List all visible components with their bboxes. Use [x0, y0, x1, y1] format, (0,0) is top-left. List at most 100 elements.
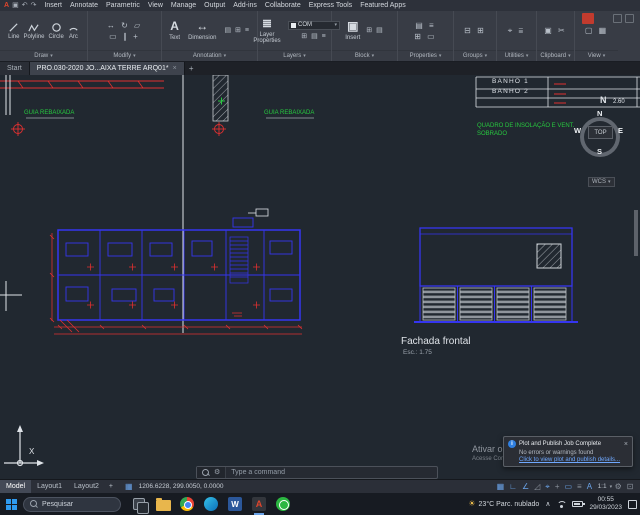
panel-label-clipboard[interactable]: Clipboard▾	[537, 50, 574, 61]
command-line[interactable]: ⚙ Type a command	[196, 466, 438, 479]
viewcube-top-face[interactable]: TOP	[588, 126, 613, 139]
doc-tab-drawing[interactable]: PRO.030-2020 JO...AIXA TERRE ARQ01* ×	[30, 62, 185, 75]
properties-row2-icons[interactable]: ⊞ ▭	[414, 32, 436, 41]
doc-tab-start[interactable]: Start	[0, 62, 30, 75]
ribbon-tab-express-tools[interactable]: Express Tools	[305, 2, 356, 9]
panel-label-layers[interactable]: Layers▾	[258, 50, 331, 61]
new-layout-button[interactable]: +	[105, 483, 117, 490]
polyline-tool[interactable]: Polyline	[23, 22, 44, 40]
layer-properties-tool[interactable]: ≣ Layer Properties	[249, 17, 285, 44]
panel-label-modify[interactable]: Modify▾	[88, 50, 161, 61]
toast-details-link[interactable]: Click to view plot and publish details..…	[519, 457, 628, 463]
dimension-tool[interactable]: ↔ Dimension	[188, 20, 216, 41]
ribbon-tab-insert[interactable]: Insert	[40, 2, 66, 9]
new-drawing-tab-button[interactable]: +	[185, 62, 198, 75]
ribbon-tab-parametric[interactable]: Parametric	[102, 2, 144, 9]
insert-block-tool[interactable]: ▣ Insert	[345, 20, 360, 41]
panel-label-groups[interactable]: Groups▾	[454, 50, 496, 61]
utilities-tools-icons[interactable]: ⌖ ≣	[508, 26, 525, 35]
action-center-icon[interactable]	[628, 500, 637, 509]
model-tab[interactable]: Model	[0, 480, 31, 494]
arc-tool[interactable]: Arc	[68, 22, 79, 40]
annotation-visibility-icon[interactable]: A	[587, 483, 592, 491]
view-tools-icons[interactable]: ▢ ▦	[585, 26, 608, 35]
layout1-tab[interactable]: Layout1	[31, 480, 68, 494]
transparency-icon[interactable]: ≡	[577, 483, 582, 491]
ribbon-corner-red-icon[interactable]	[582, 13, 594, 24]
panel-label-block[interactable]: Block▾	[332, 50, 397, 61]
clean-screen-icon[interactable]: ⊡	[627, 483, 634, 491]
task-view-button[interactable]	[131, 496, 147, 512]
ribbon-tab-manage[interactable]: Manage	[167, 2, 200, 9]
lineweight-icon[interactable]: ▭	[564, 483, 572, 491]
ribbon-corner-icons[interactable]	[613, 14, 634, 23]
dimension-icon: ↔	[196, 20, 208, 33]
ribbon-tab-collaborate[interactable]: Collaborate	[261, 2, 305, 9]
battery-icon[interactable]	[572, 501, 583, 507]
text-tool[interactable]: A Text	[169, 20, 180, 41]
app-logo-icon[interactable]: A	[4, 0, 9, 11]
snap-icon[interactable]: ∟	[509, 483, 517, 491]
viewcube-east[interactable]: E	[618, 127, 623, 135]
ribbon-tab-annotate[interactable]: Annotate	[66, 2, 102, 9]
navigation-bar-strip[interactable]	[634, 210, 638, 256]
layout2-tab[interactable]: Layout2	[68, 480, 105, 494]
panel-label-annotation[interactable]: Annotation▾	[162, 50, 257, 61]
panel-toggle-icon[interactable]	[613, 14, 622, 23]
autocad-button[interactable]: A	[251, 496, 267, 512]
file-explorer-button[interactable]	[155, 496, 171, 512]
chrome-button[interactable]	[179, 496, 195, 512]
modify-tools-row1-icons[interactable]: ↔ ↻ ▱	[107, 21, 142, 30]
undo-icon[interactable]: ↶	[22, 0, 28, 11]
weather-widget[interactable]: ☀ 23°C Parc. nublado	[468, 500, 539, 508]
wcs-selector[interactable]: WCS▾	[588, 177, 615, 187]
panel-label-draw[interactable]: Draw▾	[0, 50, 87, 61]
panel-label-properties[interactable]: Properties▾	[398, 50, 453, 61]
modify-tools-row2-icons[interactable]: ▭ ∥ +	[109, 32, 140, 41]
block-extra-icons[interactable]: ⊞ ▤	[366, 26, 383, 35]
viewcube-north[interactable]: N	[597, 110, 602, 118]
layer-tools-icons[interactable]: ⊞ ▤ ≡	[301, 32, 326, 41]
viewcube-south[interactable]: S	[597, 148, 602, 156]
ribbon-tab-output[interactable]: Output	[200, 2, 229, 9]
tray-expand-icon[interactable]: ∧	[545, 501, 550, 508]
command-search-icon[interactable]	[202, 469, 210, 477]
ribbon-tab-addins[interactable]: Add-ins	[229, 2, 261, 9]
whatsapp-button[interactable]	[275, 496, 291, 512]
tab-close-icon[interactable]: ×	[173, 65, 177, 72]
polar-tracking-icon[interactable]: ∠	[522, 483, 529, 491]
start-button[interactable]	[6, 499, 17, 510]
line-tool[interactable]: Line	[8, 22, 19, 40]
annotation-extra-icons[interactable]: ▤ ⊞ ≡	[224, 26, 249, 35]
model-space-icon[interactable]: ▦	[125, 483, 133, 491]
toast-close-icon[interactable]: ×	[624, 441, 628, 448]
redo-icon[interactable]: ↷	[31, 0, 37, 11]
dynamic-input-icon[interactable]: +	[555, 483, 560, 491]
grid-icon[interactable]: ▦	[497, 483, 505, 491]
customization-gear-icon[interactable]: ⚙	[615, 483, 622, 491]
model-space-canvas[interactable]: GUIA REBAIXADA GUIA REBAIXADA BANHO 1 BA…	[0, 75, 640, 479]
edge-button[interactable]	[203, 496, 219, 512]
taskbar-search[interactable]: Pesquisar	[23, 497, 121, 512]
word-button[interactable]: W	[227, 496, 243, 512]
wifi-icon[interactable]	[556, 500, 566, 509]
plot-notification-toast[interactable]: i Plot and Publish Job Complete × No err…	[503, 436, 633, 467]
osnap-icon[interactable]: ⌖	[545, 483, 550, 491]
panel-label-view[interactable]: View▾	[575, 50, 618, 61]
circle-tool[interactable]: Circle	[49, 22, 64, 40]
viewcube-west[interactable]: W	[574, 127, 581, 135]
isometric-icon[interactable]: ◿	[534, 483, 540, 491]
command-customize-icon[interactable]: ⚙	[214, 469, 220, 476]
save-icon[interactable]: ▣	[12, 0, 19, 11]
ribbon-tab-featured-apps[interactable]: Featured Apps	[356, 2, 410, 9]
viewcube[interactable]: N W E S TOP	[576, 111, 624, 161]
ribbon-tab-view[interactable]: View	[144, 2, 167, 9]
clipboard-tools-icons[interactable]: ▣ ✂	[544, 26, 566, 35]
properties-row1-icons[interactable]: ▤ ≡	[415, 21, 435, 30]
annotation-scale[interactable]: 1:1	[598, 483, 607, 490]
command-input[interactable]: Type a command	[226, 469, 285, 476]
groups-tools-icons[interactable]: ⊟ ⊞	[464, 26, 486, 35]
taskbar-clock[interactable]: 00:55 29/03/2023	[589, 496, 622, 512]
panel-label-utilities[interactable]: Utilities▾	[497, 50, 536, 61]
help-icon[interactable]	[625, 14, 634, 23]
